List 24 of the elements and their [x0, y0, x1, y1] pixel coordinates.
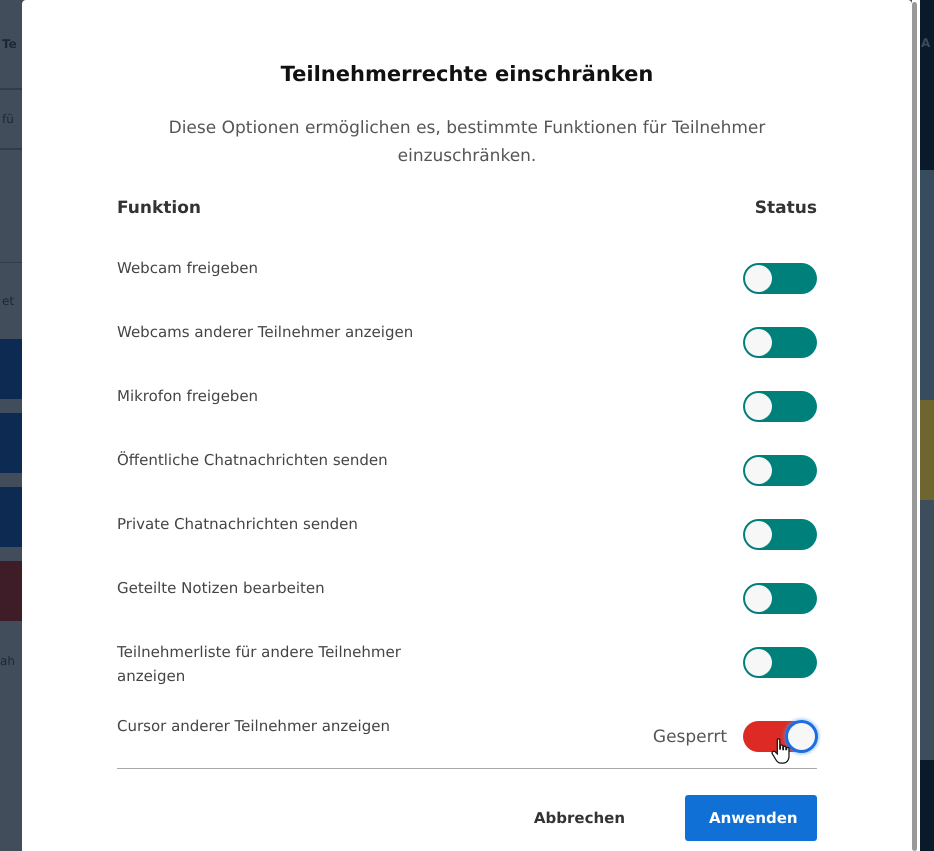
hand-pointer-icon [771, 738, 791, 765]
column-header: Status [754, 198, 817, 218]
toggle-switch[interactable] [743, 391, 817, 422]
permission-label: Cursor anderer Teilnehmer anzeigen [117, 716, 391, 737]
permission-label: Webcam freigeben [117, 258, 260, 279]
column-header: Funktion [117, 198, 202, 218]
apply-button[interactable]: Anwenden [685, 795, 817, 841]
permission-label: Private Chatnachrichten senden [117, 514, 359, 535]
permission-label: Öffentliche Chatnachrichten senden [117, 450, 389, 471]
toggle-switch[interactable] [743, 263, 817, 294]
dialog-description: Diese Optionen ermöglichen es, bestimmte Funktionen für Teilnehmer einzuschränken. [168, 117, 766, 168]
toggle-switch[interactable] [743, 327, 817, 358]
toggle-switch[interactable] [743, 721, 817, 752]
toggle-switch[interactable] [743, 455, 817, 486]
toggle-switch[interactable] [743, 583, 817, 614]
toggle-switch[interactable] [743, 647, 817, 678]
status-text: Gesperrt [652, 726, 727, 746]
permission-label: Mikrofon freigeben [117, 386, 260, 407]
permission-label: Webcams anderer Teilnehmer anzeigen [117, 322, 414, 343]
dialog-title: Teilnehmerrechte einschränken [280, 62, 654, 86]
toggle-switch[interactable] [743, 519, 817, 550]
scrollbar[interactable] [912, 2, 917, 851]
permission-label: Teilnehmerliste für andere Teilnehmer anzeigen [117, 642, 402, 687]
permission-label: Geteilte Notizen bearbeiten [117, 578, 326, 599]
